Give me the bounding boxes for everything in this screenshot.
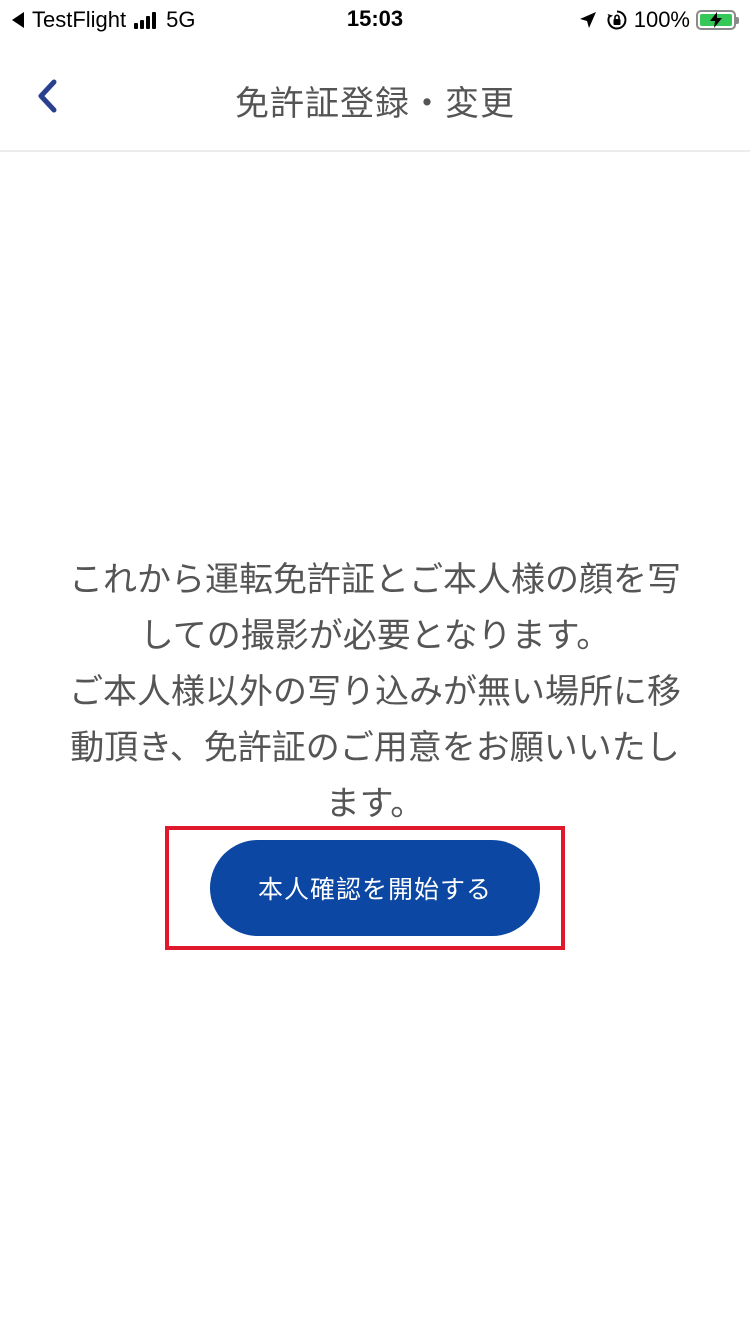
start-identity-verification-button[interactable]: 本人確認を開始する xyxy=(210,840,540,936)
instruction-line: 動頂き、免許証のご用意をお願いいたし xyxy=(70,728,680,768)
status-bar-right: 100% xyxy=(578,6,739,34)
instruction-text: これから運転免許証とご本人様の顔を写 しての撮影が必要となります。 ご本人様以外… xyxy=(14,552,736,832)
location-arrow-icon xyxy=(579,12,596,28)
navigation-bar: 免許証登録・変更 xyxy=(0,40,750,152)
instruction-line: しての撮影が必要となります。 xyxy=(139,616,611,656)
screen: TestFlight 5G 15:03 100% 免許証登録・変更 これから運転… xyxy=(0,0,750,1334)
instruction-line: ます。 xyxy=(325,784,425,824)
instruction-line: ご本人様以外の写り込みが無い場所に移 xyxy=(69,672,681,712)
page-title: 免許証登録・変更 xyxy=(235,84,515,124)
instruction-line: これから運転免許証とご本人様の顔を写 xyxy=(69,560,681,600)
battery-percent: 100% xyxy=(633,7,690,32)
battery-level-fill xyxy=(700,12,732,28)
battery-charging-icon xyxy=(696,10,739,30)
status-bar: TestFlight 5G 15:03 100% xyxy=(0,0,750,40)
charging-bolt-icon xyxy=(710,12,722,28)
rotation-lock-icon xyxy=(607,10,627,30)
